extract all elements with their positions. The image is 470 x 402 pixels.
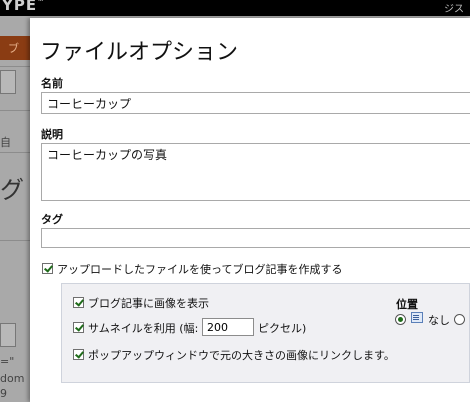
dialog-title: ファイルオプション	[40, 40, 239, 65]
show-image-label: ブログ記事に画像を表示	[88, 297, 209, 310]
background-control	[0, 323, 16, 347]
background-code-fragment: dom	[0, 372, 25, 385]
background-divider	[0, 66, 30, 67]
position-none-radio[interactable]	[395, 314, 406, 325]
tags-input[interactable]	[41, 228, 470, 248]
show-image-checkbox[interactable]	[73, 297, 84, 308]
background-heading-char: グ	[0, 176, 24, 204]
popup-link-label: ポップアップウィンドウで元の大きさの画像にリンクします。	[88, 349, 395, 362]
name-label: 名前	[41, 77, 63, 90]
description-label: 説明	[41, 128, 63, 141]
background-tab: ブ	[0, 36, 30, 60]
background-side-text: 自	[0, 136, 11, 149]
name-input[interactable]	[41, 92, 470, 114]
popup-link-checkbox[interactable]	[73, 349, 84, 360]
align-none-icon	[411, 312, 423, 323]
background-code-fragment: ="	[0, 355, 15, 368]
background-user-text: ジス	[444, 4, 464, 15]
position-left-radio[interactable]	[454, 314, 465, 325]
background-divider	[0, 240, 30, 241]
position-none-label: なし	[428, 314, 450, 327]
background-divider	[0, 110, 30, 111]
position-label: 位置	[396, 298, 418, 311]
background-control	[0, 70, 16, 94]
background-code-fragment: 9	[0, 387, 7, 400]
thumbnail-checkbox[interactable]	[73, 322, 84, 333]
background-brand: YPE™	[2, 0, 46, 14]
background-tab-label: ブ	[8, 42, 19, 55]
create-post-checkbox[interactable]	[42, 263, 53, 274]
thumbnail-width-input[interactable]	[202, 318, 254, 336]
thumbnail-label: サムネイルを利用 (幅:	[88, 322, 199, 335]
tags-label: タグ	[41, 213, 63, 226]
description-textarea[interactable]: コーヒーカップの写真	[41, 143, 470, 201]
pixel-unit-label: ピクセル)	[258, 322, 307, 335]
file-options-dialog: ファイルオプション 名前 説明 コーヒーカップの写真 タグ アップロードしたファ…	[30, 18, 470, 402]
create-post-label: アップロードしたファイルを使ってブログ記事を作成する	[57, 263, 343, 276]
background-divider	[0, 152, 30, 153]
background-topbar: YPE™ ジス	[0, 0, 470, 16]
